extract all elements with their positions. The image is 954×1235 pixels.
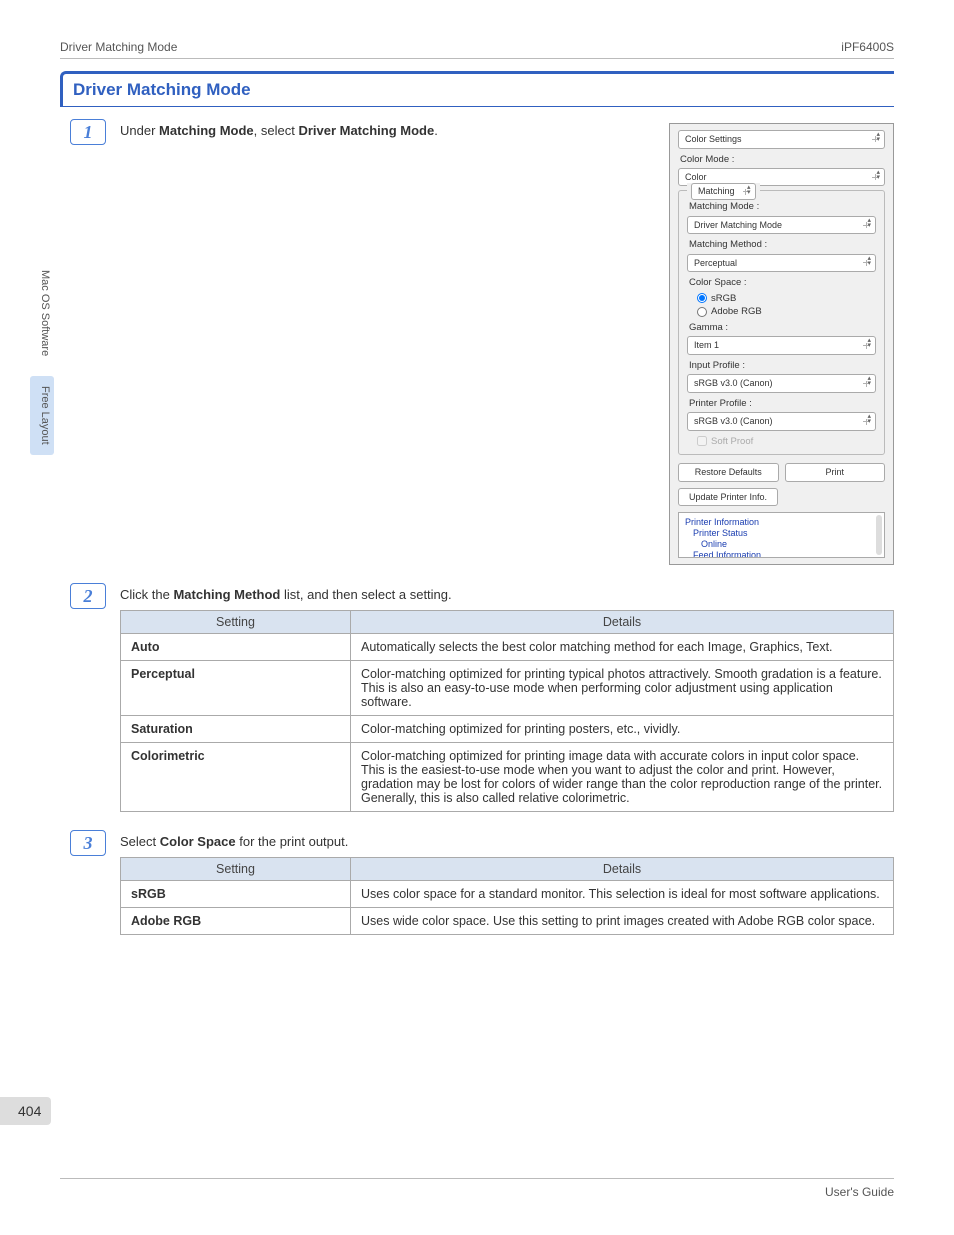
table-row: PerceptualColor-matching optimized for p… [121,661,894,716]
step-3-text: Select Color Space for the print output. [120,834,894,849]
radio-adobe-rgb[interactable]: Adobe RGB [697,305,876,318]
color-space-table: Setting Details sRGBUses color space for… [120,857,894,935]
updown-icon: ▴▾ [876,133,880,143]
side-tab-free-layout[interactable]: Free Layout [30,376,54,455]
breadcrumb: Driver Matching Mode [60,40,177,54]
col-setting: Setting [121,611,351,634]
step-2-number: 2 [70,583,106,609]
page-header: Driver Matching Mode iPF6400S [60,40,894,59]
color-mode-label: Color Mode : [680,153,885,166]
soft-proof-checkbox: Soft Proof [697,435,876,448]
printer-profile-select[interactable]: sRGB v3.0 (Canon) ▴▾ [687,412,876,431]
step-1: 1 Under Matching Mode, select Driver Mat… [70,119,894,565]
gamma-label: Gamma : [689,321,876,334]
col-setting: Setting [121,858,351,881]
matching-method-select[interactable]: Perceptual ▴▾ [687,254,876,273]
restore-defaults-button[interactable]: Restore Defaults [678,463,779,482]
table-row: ColorimetricColor-matching optimized for… [121,743,894,812]
section-title: Driver Matching Mode [60,71,894,107]
table-row: Adobe RGBUses wide color space. Use this… [121,908,894,935]
gamma-select[interactable]: Item 1 ▴▾ [687,336,876,355]
table-row: sRGBUses color space for a standard moni… [121,881,894,908]
side-tab-mac-os-software[interactable]: Mac OS Software [30,260,54,366]
col-details: Details [351,858,894,881]
matching-tab[interactable]: Matching ▴▾ [691,183,756,200]
input-profile-label: Input Profile : [689,359,876,372]
color-space-label: Color Space : [689,276,876,289]
side-tabs: Mac OS Software Free Layout [30,260,54,455]
step-2-text: Click the Matching Method list, and then… [120,587,894,602]
step-3-number: 3 [70,830,106,856]
updown-icon: ▴▾ [747,186,751,196]
printer-profile-label: Printer Profile : [689,397,876,410]
step-1-number: 1 [70,119,106,145]
col-details: Details [351,611,894,634]
matching-mode-label: Matching Mode : [689,200,876,213]
model-label: iPF6400S [841,40,894,54]
matching-method-table: Setting Details AutoAutomatically select… [120,610,894,812]
updown-icon: ▴▾ [876,171,880,181]
step-3: 3 Select Color Space for the print outpu… [70,830,894,935]
print-button[interactable]: Print [785,463,886,482]
footer: User's Guide [60,1178,894,1199]
updown-icon: ▴▾ [867,377,871,387]
step-2: 2 Click the Matching Method list, and th… [70,583,894,812]
matching-group: Matching ▴▾ Matching Mode : Driver Match… [678,190,885,455]
updown-icon: ▴▾ [867,219,871,229]
panel-select[interactable]: Color Settings ▴▾ [678,130,885,149]
updown-icon: ▴▾ [867,339,871,349]
updown-icon: ▴▾ [867,257,871,267]
step-1-text: Under Matching Mode, select Driver Match… [120,123,649,138]
input-profile-select[interactable]: sRGB v3.0 (Canon) ▴▾ [687,374,876,393]
updown-icon: ▴▾ [867,415,871,425]
radio-srgb[interactable]: sRGB [697,292,876,305]
page-number: 404 [0,1097,51,1125]
matching-method-label: Matching Method : [689,238,876,251]
table-row: SaturationColor-matching optimized for p… [121,716,894,743]
table-row: AutoAutomatically selects the best color… [121,634,894,661]
matching-mode-select[interactable]: Driver Matching Mode ▴▾ [687,216,876,235]
update-printer-info-button[interactable]: Update Printer Info. [678,488,778,507]
scrollbar[interactable] [876,515,882,555]
printer-status-box: Printer Information Printer Status Onlin… [678,512,885,558]
color-settings-dialog: Color Settings ▴▾ Color Mode : Color ▴▾ … [669,123,894,565]
